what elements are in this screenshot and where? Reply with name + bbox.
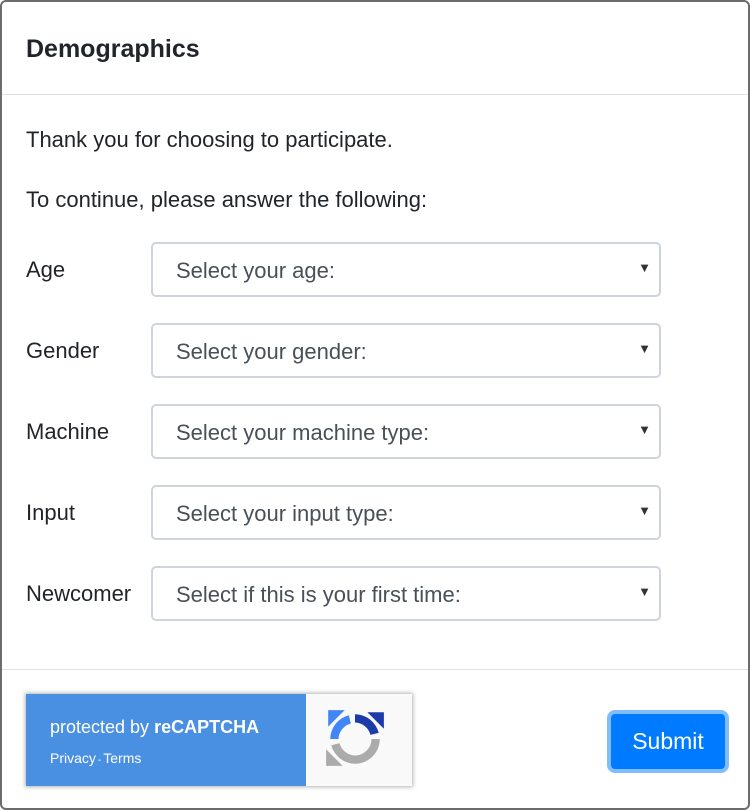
- intro-text: Thank you for choosing to participate.: [26, 127, 393, 152]
- newcomer-row: Newcomer Select if this is your first ti…: [26, 566, 666, 623]
- caret-down-icon: ▼: [638, 341, 651, 356]
- age-row: Age Select your age: ▼: [26, 242, 666, 299]
- input-select[interactable]: Select your input type: ▼: [151, 485, 661, 540]
- dialog-body: Thank you for choosing to participate. T…: [2, 97, 748, 669]
- recaptcha-brand: reCAPTCHA: [154, 717, 260, 737]
- submit-button[interactable]: Submit: [607, 710, 729, 773]
- machine-row: Machine Select your machine type: ▼: [26, 404, 666, 461]
- dialog-header: Demographics: [2, 2, 748, 95]
- input-label: Input: [26, 500, 75, 525]
- newcomer-select[interactable]: Select if this is your first time: ▼: [151, 566, 661, 621]
- recaptcha-links: Privacy - Terms: [50, 749, 141, 770]
- newcomer-label: Newcomer: [26, 581, 132, 606]
- machine-select-value: Select your machine type:: [176, 420, 430, 445]
- gender-select-value: Select your gender:: [176, 339, 367, 364]
- link-separator: -: [97, 755, 102, 766]
- age-select[interactable]: Select your age: ▼: [151, 242, 661, 297]
- recaptcha-badge: protected by reCAPTCHA Privacy - Terms: [26, 694, 412, 786]
- caret-down-icon: ▼: [638, 260, 651, 275]
- gender-select[interactable]: Select your gender: ▼: [151, 323, 661, 378]
- instruction-text: To continue, please answer the following…: [26, 187, 428, 212]
- machine-select[interactable]: Select your machine type: ▼: [151, 404, 661, 459]
- caret-down-icon: ▼: [638, 503, 651, 518]
- recaptcha-info: protected by reCAPTCHA Privacy - Terms: [26, 694, 306, 786]
- caret-down-icon: ▼: [638, 422, 651, 437]
- terms-link[interactable]: Terms: [103, 750, 141, 766]
- privacy-link[interactable]: Privacy: [50, 750, 96, 766]
- newcomer-select-value: Select if this is your first time:: [176, 582, 461, 607]
- gender-row: Gender Select your gender: ▼: [26, 323, 666, 380]
- input-select-value: Select your input type:: [176, 501, 394, 526]
- dialog-title: Demographics: [26, 35, 200, 63]
- age-label: Age: [26, 257, 66, 282]
- input-row: Input Select your input type: ▼: [26, 485, 666, 542]
- recaptcha-protected-text: protected by reCAPTCHA: [50, 716, 259, 738]
- age-select-value: Select your age:: [176, 258, 335, 283]
- recaptcha-prefix: protected by: [50, 717, 155, 737]
- machine-label: Machine: [26, 419, 110, 444]
- demographics-dialog: Demographics Thank you for choosing to p…: [0, 0, 750, 810]
- dialog-footer: protected by reCAPTCHA Privacy - Terms Sub…: [2, 669, 748, 808]
- recaptcha-logo-icon: [326, 710, 384, 766]
- gender-label: Gender: [26, 338, 100, 363]
- caret-down-icon: ▼: [638, 584, 651, 599]
